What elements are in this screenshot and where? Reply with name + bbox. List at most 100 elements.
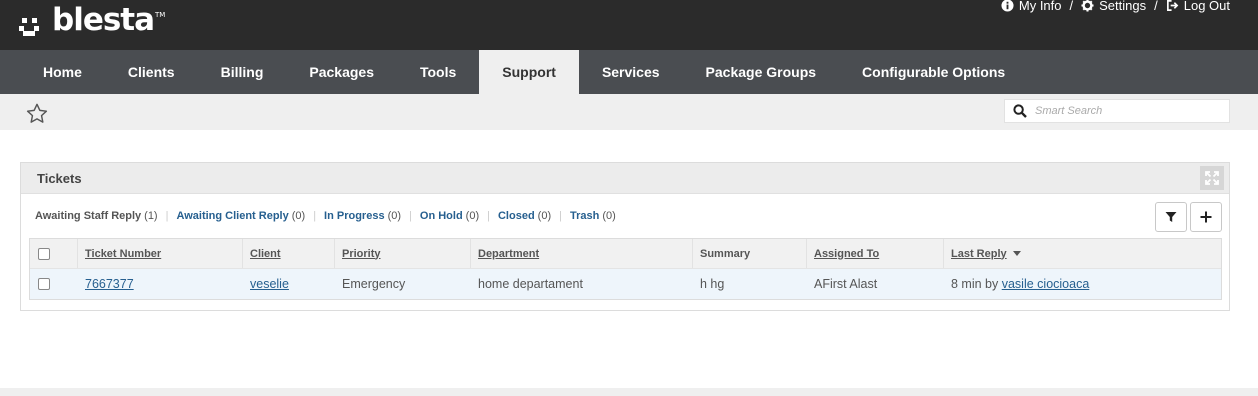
filter-awaiting-client-reply[interactable]: Awaiting Client Reply (0) — [176, 210, 305, 222]
header-label: Client — [250, 247, 281, 260]
tickets-panel: Tickets Awaiting Staff Reply (1) | Await… — [20, 162, 1230, 311]
cell-ticket-number: 7667377 — [78, 269, 243, 299]
header-department[interactable]: Department — [471, 239, 693, 268]
filter-separator: | — [487, 210, 490, 222]
filter-label: Awaiting Staff Reply — [35, 210, 142, 222]
logout-icon — [1166, 0, 1179, 12]
nav-package-groups[interactable]: Package Groups — [683, 50, 840, 94]
nav-home[interactable]: Home — [20, 50, 105, 94]
cell-client: veselie — [243, 269, 335, 299]
smart-search — [1004, 99, 1230, 123]
nav-tools[interactable]: Tools — [397, 50, 479, 94]
filter-label: On Hold — [419, 210, 463, 222]
cell-priority: Emergency — [342, 277, 406, 291]
add-ticket-button[interactable] — [1190, 202, 1222, 232]
cell-assigned-to: AFirst Alast — [814, 277, 878, 291]
settings-link[interactable]: Settings — [1081, 0, 1146, 13]
nav-label: Configurable Options — [862, 64, 1006, 80]
main-nav: Home Clients Billing Packages Tools Supp… — [0, 50, 1258, 94]
header-label: Summary — [700, 247, 751, 260]
row-checkbox[interactable] — [38, 278, 50, 290]
cell-department: home departament — [478, 277, 583, 291]
nav-label: Tools — [419, 64, 457, 80]
nav-label: Clients — [127, 64, 175, 80]
nav-services[interactable]: Services — [579, 50, 683, 94]
brand-name: blesta — [52, 2, 155, 38]
nav-label: Support — [502, 64, 556, 80]
filter-in-progress[interactable]: In Progress (0) — [324, 210, 401, 222]
search-icon[interactable] — [1005, 104, 1035, 118]
filter-count: (0) — [602, 210, 616, 222]
filter-separator: | — [165, 210, 169, 222]
cell-last-reply: 8 min by vasile ciocioaca — [944, 269, 1221, 299]
log-out-label: Log Out — [1183, 0, 1230, 13]
header-ticket-number[interactable]: Ticket Number — [78, 239, 243, 268]
header-last-reply[interactable]: Last Reply — [944, 239, 1221, 268]
header-client[interactable]: Client — [243, 239, 335, 268]
header-label: Priority — [342, 247, 381, 260]
filter-on-hold[interactable]: On Hold (0) — [420, 210, 479, 222]
filter-separator: | — [313, 210, 317, 222]
smart-search-input[interactable] — [1035, 105, 1215, 117]
header-assigned-to[interactable]: Assigned To — [807, 239, 944, 268]
nav-label: Packages — [309, 64, 374, 80]
nav-billing[interactable]: Billing — [198, 50, 287, 94]
nav-configurable-options[interactable]: Configurable Options — [839, 50, 1028, 94]
filter-closed[interactable]: Closed (0) — [498, 210, 551, 222]
filter-label: Trash — [569, 210, 600, 222]
nav-label: Billing — [220, 64, 264, 80]
top-bar: blesta TM My Info / Settings / Log Out — [0, 0, 1258, 50]
gear-icon — [1081, 0, 1094, 12]
ticket-number-link[interactable]: 7667377 — [85, 277, 134, 291]
header-label: Department — [478, 247, 540, 260]
nav-support[interactable]: Support — [479, 50, 579, 94]
client-link[interactable]: veselie — [250, 277, 289, 291]
star-icon[interactable] — [26, 103, 48, 127]
header-priority[interactable]: Priority — [335, 239, 471, 268]
ticket-status-filters: Awaiting Staff Reply (1) | Awaiting Clie… — [35, 210, 616, 222]
filter-label: Closed — [497, 210, 535, 222]
row-select-cell — [30, 269, 78, 299]
account-links: My Info / Settings / Log Out — [1001, 0, 1230, 13]
info-circle-icon — [1001, 0, 1014, 12]
filter-trash[interactable]: Trash (0) — [570, 210, 616, 222]
blesta-logo[interactable]: blesta TM — [18, 2, 165, 42]
header-label: Ticket Number — [85, 247, 162, 260]
select-all-checkbox[interactable] — [38, 247, 50, 260]
table-row: 7667377 veselie Emergency home departame… — [30, 269, 1221, 299]
expand-icon[interactable] — [1200, 166, 1224, 190]
filter-count: (0) — [537, 210, 552, 222]
nav-label: Home — [43, 64, 82, 80]
nav-clients[interactable]: Clients — [105, 50, 198, 94]
tickets-table: Ticket Number Client Priority Department… — [29, 238, 1222, 300]
log-out-link[interactable]: Log Out — [1166, 0, 1230, 13]
header-label: Assigned To — [814, 247, 880, 260]
toplink-separator: / — [1154, 0, 1158, 13]
cell-summary: h hg — [700, 277, 725, 291]
nav-label: Package Groups — [705, 64, 817, 80]
filter-count: (0) — [465, 210, 480, 222]
filter-label: In Progress — [324, 210, 385, 222]
panel-header: Tickets — [21, 163, 1229, 194]
filter-label: Awaiting Client Reply — [176, 210, 289, 222]
last-reply-author-link[interactable]: vasile ciocioaca — [1002, 277, 1090, 291]
my-info-link[interactable]: My Info — [1001, 0, 1062, 13]
nav-packages[interactable]: Packages — [286, 50, 397, 94]
nav-label: Services — [601, 64, 660, 80]
footer-strip — [0, 388, 1258, 396]
filter-button[interactable] — [1155, 202, 1187, 232]
filter-awaiting-staff-reply[interactable]: Awaiting Staff Reply (1) — [35, 210, 158, 222]
filter-count: (0) — [387, 210, 402, 222]
last-reply-time: 8 min by — [951, 277, 999, 291]
plus-icon — [1200, 208, 1212, 227]
toplink-separator: / — [1069, 0, 1074, 13]
filter-count: (1) — [144, 210, 158, 222]
settings-label: Settings — [1099, 0, 1147, 13]
header-summary: Summary — [693, 239, 807, 268]
filter-separator: | — [409, 210, 412, 222]
header-select-cell — [30, 239, 78, 268]
filter-count: (0) — [291, 210, 306, 222]
header-label: Last Reply — [951, 247, 1007, 260]
my-info-label: My Info — [1018, 0, 1062, 13]
sort-desc-icon — [1012, 251, 1021, 256]
